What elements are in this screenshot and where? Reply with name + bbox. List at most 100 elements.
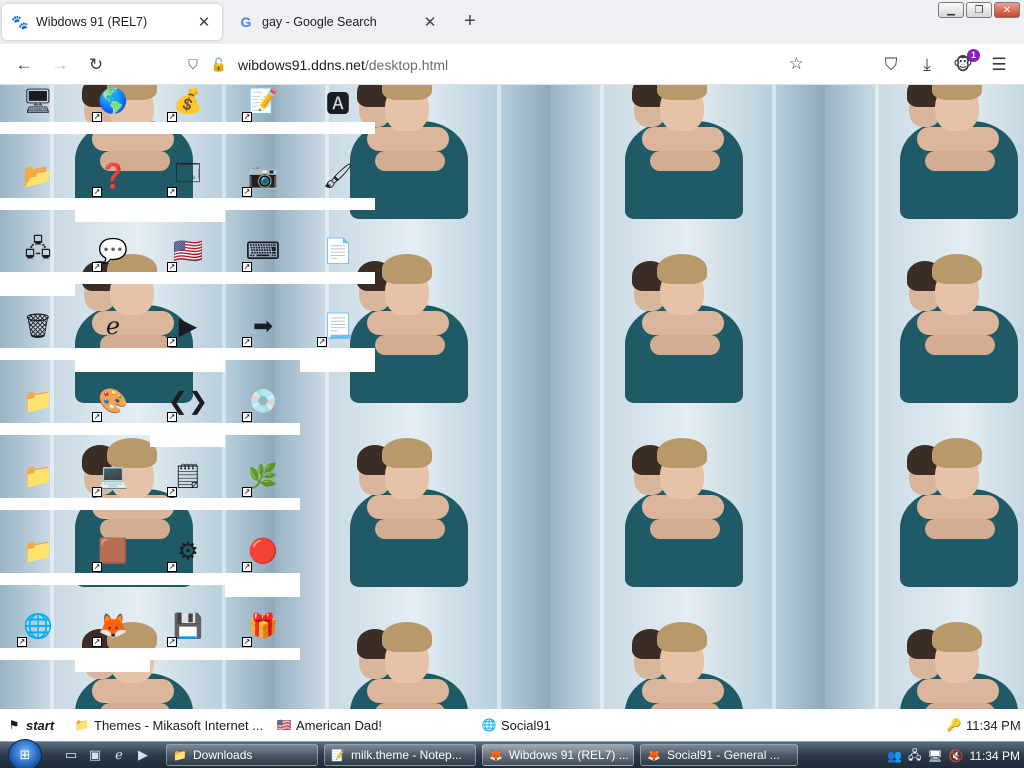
new-tab-button[interactable]: + [460,11,480,32]
system-clock[interactable]: 11:34 PM [970,749,1020,763]
ie-logo-icon[interactable]: ℯ [95,308,131,344]
reload-button[interactable]: ↻ [85,54,107,76]
folder-icon-3[interactable]: 📁 [20,533,56,569]
close-window-button[interactable]: ✕ [994,2,1020,18]
recycle-bin-icon[interactable]: 🗑 [20,308,56,344]
media-player-icon[interactable]: ▶ ↗ [167,308,206,347]
usb-drive-icon[interactable]: 💾 ↗ [167,608,206,647]
taskbar-button-wibdows[interactable]: 🦊 Wibdows 91 (REL7) ... [482,744,634,766]
internet-globe-icon[interactable]: 🌎 ↗ [92,85,131,122]
tab-google[interactable]: G gay - Google Search ✕ [228,4,448,40]
notepad-icon[interactable]: 📝 ↗ [242,85,281,122]
webpage-clock[interactable]: 🔑 11:34 PM [946,709,1021,741]
maximize-button[interactable]: ❐ [966,2,992,18]
us-flag-icon[interactable]: 🇺🇸 ↗ [167,233,206,272]
shortcut-arrow-icon: ↗ [167,112,177,122]
folder-icon-1[interactable]: 📁 [20,383,56,419]
my-computer-icon[interactable]: 🖥 [20,85,56,119]
folder-icon-2[interactable]: 📁 [20,458,56,494]
vscode-icon[interactable]: ❮❯ ↗ [167,383,208,422]
gift-box-icon[interactable]: 🎁 ↗ [242,608,281,647]
volume-muted-icon[interactable]: 🔇 [949,749,964,763]
windows-start-orb[interactable]: ⊞ [8,739,42,768]
computer-old-icon[interactable]: 💻 ↗ [92,458,131,497]
help-icon[interactable]: ❓ ↗ [92,158,131,197]
shortcut-arrow-icon: ↗ [167,262,177,272]
bookmark-star-icon[interactable]: ☆ [789,54,804,74]
network-icon[interactable]: 🖧 [908,746,921,767]
icon-label-bar [0,198,375,210]
shortcut-arrow-icon: ↗ [92,562,102,572]
shortcut-arrow-icon: ↗ [242,337,252,347]
camera-icon[interactable]: 📷 ↗ [242,158,281,197]
window-app-icon[interactable]: 🗔 ↗ [167,158,206,197]
paint-document-icon[interactable]: 🖌 [320,158,356,194]
icon-label-bar [75,210,225,222]
red-arrow-icon[interactable]: ➡ ↗ [242,308,281,347]
show-desktop-icon[interactable]: ▭ [62,746,80,764]
start-button[interactable]: ⚑ start [6,709,55,741]
taskbar-item-themes[interactable]: 📁 Themes - Mikasoft Internet ... [74,709,264,741]
minecraft-block-icon[interactable]: 🟫 ↗ [92,533,131,572]
folder-icon: 📁 [173,749,187,762]
keyboard-icon[interactable]: ⌨ ↗ [242,233,281,272]
chat-bubble-icon[interactable]: 💬 ↗ [92,233,131,272]
notes-icon[interactable]: 🗒 ↗ [167,458,206,497]
users-icon[interactable]: 👥 [887,749,902,763]
insecure-lock-icon[interactable]: 🔓 [210,56,228,74]
gear-icon[interactable]: ⚙ ↗ [167,533,206,572]
grass-image-icon[interactable]: 🌿 ↗ [242,458,281,497]
paint-tools-icon[interactable]: 🎨 ↗ [92,383,131,422]
wallpaper-tile [825,85,1024,219]
taskbar-button-notepad[interactable]: 📝 milk.theme - Notep... [324,744,476,766]
pocket-icon[interactable]: ⛉ [880,54,902,76]
url-text[interactable]: wibdows91.ddns.net/desktop.html [238,57,448,73]
money-bag-icon[interactable]: 💰 ↗ [167,85,206,122]
shortcut-arrow-icon: ↗ [242,487,252,497]
network-globe-icon[interactable]: 🌐 ↗ [17,608,56,647]
notepad-icon: 📝 [331,749,345,762]
taskbar-item-american-dad[interactable]: 🇺🇸 American Dad! [276,709,382,741]
fox-icon[interactable]: 🦊 ↗ [92,608,131,647]
extension-icon[interactable]: 🐵 1 [952,49,980,76]
icon-label-bar [0,498,300,510]
icon-label-bar [0,272,375,284]
internet-explorer-icon[interactable]: ℯ [110,746,128,764]
wallpaper-tile [825,587,1024,709]
monitor-icon[interactable]: 🖥 [927,749,942,763]
desktop-wallpaper[interactable]: 🖥 🌎 ↗ 💰 ↗ 📝 ↗ 🅰 📂 ❓ ↗ 🗔 ↗ 📷 ↗ 🖌 🖧 💬 ↗ 🇺🇸 ↗ ⌨ ↗ 📄 🗑 ℯ ▶ ↗ ➡ ↗ 📃 ↗ 📁 🎨 ↗ ❮❯ ↗ 💿… [0,85,1024,709]
shortcut-arrow-icon: ↗ [242,562,252,572]
tab-title: Wibdows 91 (REL7) [36,15,148,29]
switch-windows-icon[interactable]: ▣ [86,746,104,764]
tab-wibdows[interactable]: 🐾 Wibdows 91 (REL7) ✕ [2,4,222,40]
font-icon[interactable]: 🅰 [320,85,356,119]
taskbar-button-social91[interactable]: 🦊 Social91 - General ... [640,744,798,766]
close-tab-icon[interactable]: ✕ [196,14,212,31]
taskbar-item-social91[interactable]: 🌐 Social91 [481,709,551,741]
menu-hamburger-icon[interactable]: ☰ [988,54,1010,76]
ie-document-icon[interactable]: 📃 ↗ [317,308,356,347]
back-button[interactable]: ← [13,54,35,76]
shield-icon[interactable]: ⛉ [184,56,202,74]
tab-title: gay - Google Search [262,15,377,29]
media-icon[interactable]: ▶ [134,746,152,764]
network-computers-icon[interactable]: 🖧 [20,233,56,269]
forward-button[interactable]: → [49,54,71,76]
wallpaper-tile [275,403,550,587]
folder-open-icon[interactable]: 📂 [20,158,56,194]
icon-label-bar [0,122,375,134]
address-bar[interactable]: ⛉ 🔓 wibdows91.ddns.net/desktop.html ☆ [176,50,808,80]
shortcut-arrow-icon: ↗ [242,637,252,647]
shortcut-arrow-icon: ↗ [92,412,102,422]
taskbar-button-downloads[interactable]: 📁 Downloads [166,744,318,766]
text-document-icon[interactable]: 📄 [320,233,356,269]
disc-icon[interactable]: 💿 ↗ [242,383,281,422]
shortcut-arrow-icon: ↗ [242,112,252,122]
windows-taskbar: ⊞ ▭ ▣ ℯ ▶ 📁 Downloads 📝 milk.theme - Not… [0,739,1024,768]
downloads-icon[interactable]: ⤓ [916,54,938,76]
minimize-button[interactable]: ▁ [938,2,964,18]
shortcut-arrow-icon: ↗ [92,112,102,122]
folder-icon: 📁 [74,718,90,732]
close-tab-icon[interactable]: ✕ [422,14,438,31]
colorful-ball-icon[interactable]: 🔴 ↗ [242,533,281,572]
